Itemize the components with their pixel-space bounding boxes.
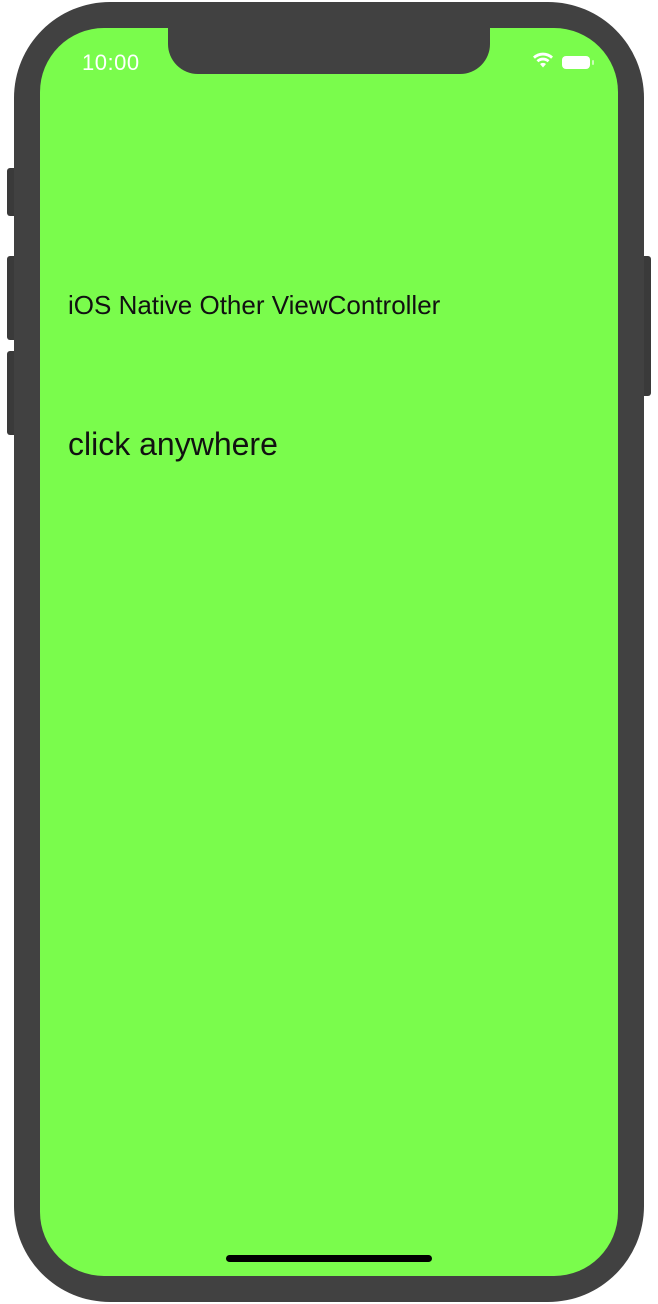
home-indicator[interactable] [226, 1255, 432, 1262]
notch [168, 28, 490, 74]
app-screen[interactable]: 10:00 iOS Native Other ViewController cl… [40, 28, 618, 1276]
wifi-icon [532, 52, 554, 73]
battery-icon [562, 56, 594, 69]
click-anywhere-hint: click anywhere [68, 426, 278, 462]
status-time: 10:00 [82, 50, 140, 75]
page-title: iOS Native Other ViewController [68, 290, 441, 320]
status-icons [532, 52, 594, 73]
